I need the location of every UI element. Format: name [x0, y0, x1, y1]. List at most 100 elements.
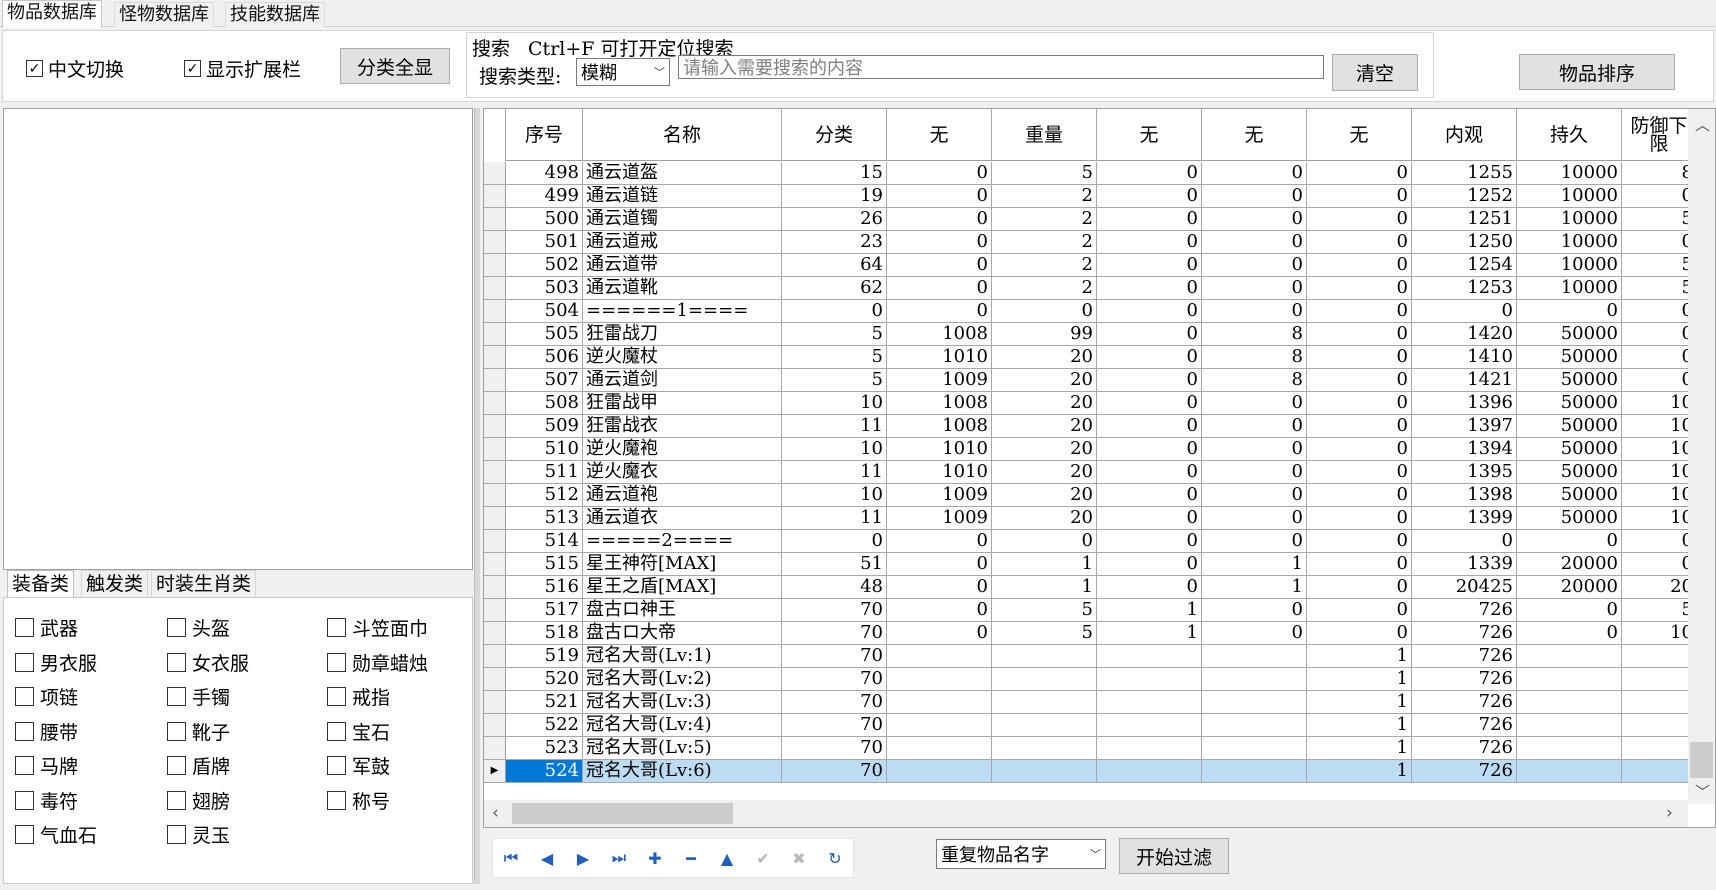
- table-cell[interactable]: =====2====: [583, 530, 782, 552]
- table-cell[interactable]: 1: [1202, 553, 1307, 575]
- table-cell[interactable]: [887, 714, 992, 736]
- table-cell[interactable]: 515: [506, 553, 583, 575]
- category-checkbox[interactable]: 马牌: [15, 752, 78, 779]
- table-cell[interactable]: 0: [1097, 323, 1202, 345]
- table-cell[interactable]: 1410: [1412, 346, 1517, 368]
- table-cell[interactable]: 通云道链: [583, 185, 782, 207]
- search-type-select[interactable]: 模糊 ﹀: [576, 58, 670, 86]
- edit-icon[interactable]: ▲: [709, 840, 745, 876]
- category-checkbox[interactable]: 斗笠面巾: [327, 614, 428, 641]
- category-checkbox[interactable]: 男衣服: [15, 649, 97, 676]
- table-cell[interactable]: 0: [1202, 438, 1307, 460]
- table-cell[interactable]: 10: [782, 484, 887, 506]
- table-cell[interactable]: 0: [1202, 254, 1307, 276]
- table-cell[interactable]: 499: [506, 185, 583, 207]
- table-cell[interactable]: 0: [1622, 553, 1697, 575]
- column-header[interactable]: 无: [1097, 109, 1202, 161]
- table-cell[interactable]: 0: [1202, 622, 1307, 644]
- table-cell[interactable]: 10000: [1517, 162, 1622, 184]
- table-cell[interactable]: [992, 668, 1097, 690]
- table-cell[interactable]: [1097, 760, 1202, 782]
- table-cell[interactable]: 0: [1097, 576, 1202, 598]
- table-cell[interactable]: 1009: [887, 369, 992, 391]
- table-row[interactable]: 518 盘古ロ大帝 70 0 5 1 0 0 726 0 10: [484, 622, 1697, 645]
- table-cell[interactable]: 0: [887, 162, 992, 184]
- table-cell[interactable]: 1395: [1412, 461, 1517, 483]
- insert-icon[interactable]: ✚: [637, 840, 673, 876]
- table-cell[interactable]: 504: [506, 300, 583, 322]
- table-cell[interactable]: 0: [1202, 392, 1307, 414]
- table-cell[interactable]: 0: [1307, 208, 1412, 230]
- table-cell[interactable]: 通云道衣: [583, 507, 782, 529]
- table-cell[interactable]: 2: [992, 254, 1097, 276]
- table-cell[interactable]: 0: [1307, 323, 1412, 345]
- table-cell[interactable]: 0: [1307, 553, 1412, 575]
- table-cell[interactable]: 503: [506, 277, 583, 299]
- table-cell[interactable]: 506: [506, 346, 583, 368]
- table-cell[interactable]: [1202, 737, 1307, 759]
- table-cell[interactable]: 11: [782, 507, 887, 529]
- table-cell[interactable]: 5: [992, 599, 1097, 621]
- table-cell[interactable]: 518: [506, 622, 583, 644]
- table-cell[interactable]: 0: [1307, 369, 1412, 391]
- table-cell[interactable]: 509: [506, 415, 583, 437]
- table-cell[interactable]: 726: [1412, 668, 1517, 690]
- row-indicator[interactable]: [484, 691, 506, 713]
- table-cell[interactable]: 500: [506, 208, 583, 230]
- column-header[interactable]: 无: [1202, 109, 1307, 161]
- table-cell[interactable]: 1: [1097, 622, 1202, 644]
- clear-button[interactable]: 清空: [1332, 54, 1418, 91]
- table-cell[interactable]: [887, 668, 992, 690]
- table-cell[interactable]: 10: [782, 392, 887, 414]
- table-cell[interactable]: 513: [506, 507, 583, 529]
- table-cell[interactable]: 0: [1307, 530, 1412, 552]
- table-cell[interactable]: 0: [1517, 622, 1622, 644]
- table-cell[interactable]: 8: [1202, 369, 1307, 391]
- table-cell[interactable]: 1420: [1412, 323, 1517, 345]
- show-ext-checkbox[interactable]: ✓ 显示扩展栏: [184, 55, 301, 82]
- table-cell[interactable]: 10: [1622, 438, 1697, 460]
- category-checkbox[interactable]: 毒符: [15, 787, 78, 814]
- table-cell[interactable]: 20: [992, 392, 1097, 414]
- table-row[interactable]: ▶ 524 冠名大哥(Lv:6) 70 1 726: [484, 760, 1697, 783]
- table-cell[interactable]: 0: [1622, 231, 1697, 253]
- table-cell[interactable]: 0: [1307, 254, 1412, 276]
- table-cell[interactable]: [1622, 668, 1697, 690]
- category-checkbox[interactable]: 气血石: [15, 821, 97, 848]
- table-cell[interactable]: 0: [1097, 553, 1202, 575]
- start-filter-button[interactable]: 开始过滤: [1119, 838, 1229, 874]
- table-cell[interactable]: 0: [887, 530, 992, 552]
- table-cell[interactable]: 0: [1307, 300, 1412, 322]
- table-cell[interactable]: 20000: [1517, 576, 1622, 598]
- table-row[interactable]: 519 冠名大哥(Lv:1) 70 1 726: [484, 645, 1697, 668]
- table-cell[interactable]: 逆火魔衣: [583, 461, 782, 483]
- row-indicator[interactable]: [484, 599, 506, 621]
- scroll-down-icon[interactable]: ﹀: [1695, 781, 1710, 802]
- row-indicator[interactable]: [484, 231, 506, 253]
- table-row[interactable]: 512 通云道袍 10 1009 20 0 0 0 1398 50000 10: [484, 484, 1697, 507]
- table-cell[interactable]: 1: [1307, 760, 1412, 782]
- table-cell[interactable]: 512: [506, 484, 583, 506]
- table-cell[interactable]: 1398: [1412, 484, 1517, 506]
- table-row[interactable]: 498通云道盔15050001255100008: [484, 162, 1697, 185]
- table-cell[interactable]: 通云道戒: [583, 231, 782, 253]
- table-cell[interactable]: 0: [1517, 530, 1622, 552]
- table-cell[interactable]: [887, 760, 992, 782]
- table-cell[interactable]: [1097, 668, 1202, 690]
- table-cell[interactable]: 通云道盔: [583, 162, 782, 184]
- table-cell[interactable]: 1: [992, 553, 1097, 575]
- table-cell[interactable]: 1: [992, 576, 1097, 598]
- column-header[interactable]: 持久: [1517, 109, 1622, 161]
- category-checkbox[interactable]: 腰带: [15, 718, 78, 745]
- table-cell[interactable]: 0: [1517, 300, 1622, 322]
- table-cell[interactable]: 20: [992, 415, 1097, 437]
- search-input[interactable]: 请输入需要搜索的内容: [678, 55, 1324, 79]
- table-cell[interactable]: 20: [1622, 576, 1697, 598]
- delete-icon[interactable]: ━: [673, 840, 709, 876]
- category-checkbox[interactable]: 戒指: [327, 683, 390, 710]
- table-cell[interactable]: 10: [1622, 622, 1697, 644]
- column-header[interactable]: 内观: [1412, 109, 1517, 161]
- table-cell[interactable]: 0: [1202, 530, 1307, 552]
- category-checkbox[interactable]: 盾牌: [167, 752, 230, 779]
- table-cell[interactable]: 0: [1097, 484, 1202, 506]
